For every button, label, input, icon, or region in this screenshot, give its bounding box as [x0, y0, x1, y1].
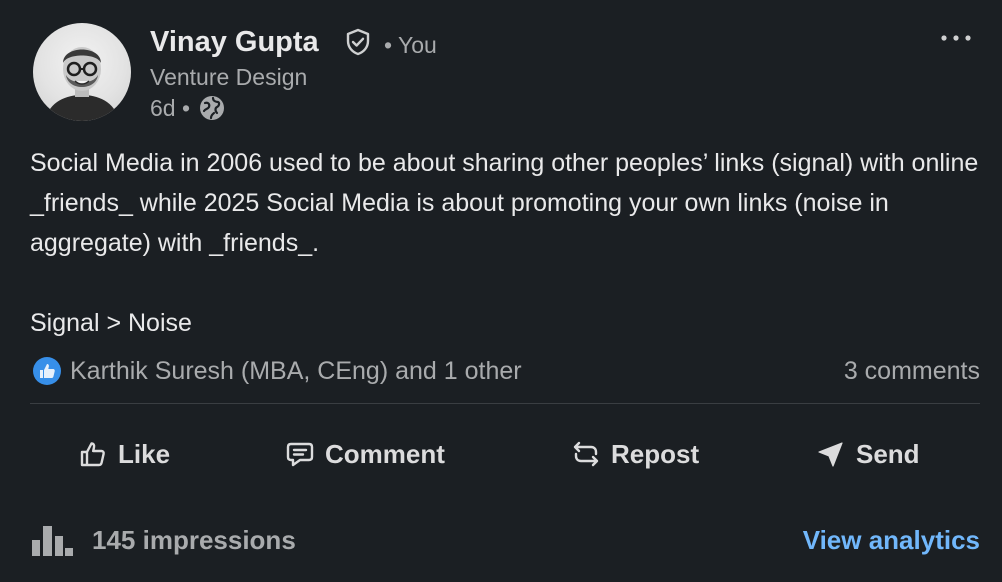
connection-degree: • You: [384, 32, 437, 58]
repost-icon: [573, 441, 599, 467]
bar-chart-icon: [32, 526, 73, 556]
send-icon: [818, 442, 843, 467]
repost-label: Repost: [611, 438, 700, 469]
ellipsis-icon: [941, 35, 971, 41]
repost-button[interactable]: Repost: [571, 425, 699, 483]
avatar-photo: [45, 47, 119, 121]
like-button[interactable]: Like: [78, 425, 170, 483]
post-timestamp: 6d •: [150, 95, 191, 121]
comment-button[interactable]: Comment: [285, 425, 445, 483]
post-paragraph: Social Media in 2006 used to be about sh…: [30, 149, 979, 257]
impressions-count: 145 impressions: [92, 525, 296, 555]
view-analytics-link[interactable]: View analytics: [803, 522, 980, 558]
post-meta: 6d •: [150, 93, 226, 123]
globe-icon: [200, 96, 225, 120]
author-headline: Venture Design: [150, 64, 308, 90]
feed-post: Vinay Gupta • You Venture Design 6d • So…: [0, 0, 1002, 582]
post-paragraph: Signal > Noise: [30, 309, 192, 337]
author-name[interactable]: Vinay Gupta: [150, 24, 319, 60]
like-badge-icon: [33, 357, 61, 385]
divider: [30, 403, 980, 404]
thumbs-up-icon: [80, 442, 105, 467]
more-options-button[interactable]: [936, 24, 976, 52]
verified-shield-icon: [346, 28, 370, 56]
send-label: Send: [856, 438, 920, 469]
send-button[interactable]: Send: [816, 425, 920, 483]
action-bar: Like Comment Repost Send: [30, 425, 980, 483]
post-text: Social Media in 2006 used to be about sh…: [30, 143, 985, 343]
comment-label: Comment: [325, 438, 445, 469]
impressions-summary: 145 impressions: [30, 522, 296, 558]
comments-count[interactable]: 3 comments: [844, 354, 980, 388]
like-label: Like: [118, 438, 171, 469]
comment-icon: [286, 442, 314, 467]
author-avatar[interactable]: [33, 23, 131, 121]
reactions-text: Karthik Suresh (MBA, CEng) and 1 other: [70, 357, 522, 385]
reactions-summary[interactable]: Karthik Suresh (MBA, CEng) and 1 other: [32, 354, 522, 388]
